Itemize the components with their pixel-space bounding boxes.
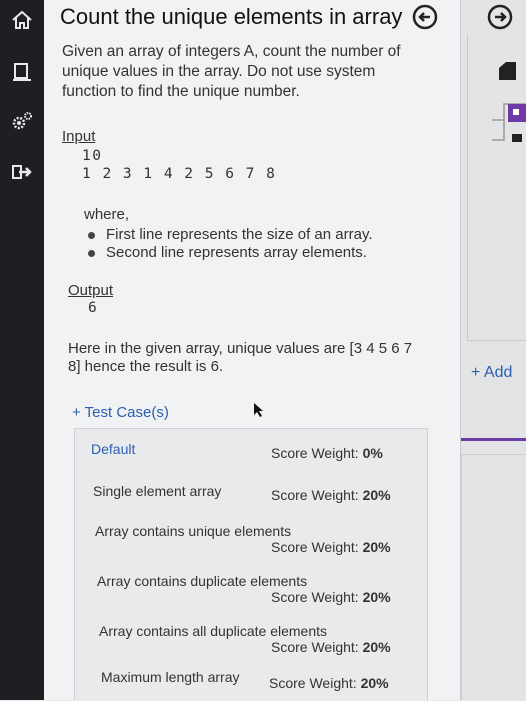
problem-title: Count the unique elements in array — [60, 4, 403, 29]
test-case-name[interactable]: Maximum length array — [101, 669, 240, 685]
preview-frame — [467, 34, 526, 341]
output-value: 6 — [88, 300, 99, 316]
settings-gears-icon[interactable] — [10, 110, 34, 134]
where-label: where, — [84, 206, 130, 223]
test-case-name[interactable]: Array contains unique elements — [95, 523, 291, 539]
lower-panel-frame — [461, 454, 526, 701]
test-case-name[interactable]: Array contains all duplicate elements — [99, 623, 327, 639]
test-case-score: Score Weight: 0% — [271, 445, 383, 461]
input-size: 10 — [82, 148, 103, 164]
test-case-score: Score Weight: 20% — [269, 675, 389, 691]
home-icon[interactable] — [10, 8, 34, 32]
test-case-list: Default Score Weight: 0% Single element … — [74, 428, 428, 701]
accent-divider — [461, 438, 526, 441]
expand-right-arrow-icon[interactable] — [487, 4, 513, 30]
monitor-icon[interactable] — [10, 60, 34, 84]
output-heading: Output — [68, 282, 114, 299]
logout-icon[interactable] — [10, 160, 34, 184]
test-case-score: Score Weight: 20% — [271, 589, 391, 605]
collapse-left-arrow-icon[interactable] — [412, 4, 438, 30]
test-case-name[interactable]: Default — [91, 441, 135, 457]
input-heading: Input — [62, 128, 96, 145]
problem-panel: Count the unique elements in array Given… — [44, 0, 460, 701]
input-array: 1 2 3 1 4 2 5 6 7 8 — [82, 166, 277, 182]
add-button[interactable]: + Add — [471, 364, 512, 382]
bullet-item: First line represents the size of an arr… — [88, 226, 373, 243]
test-case-score: Score Weight: 20% — [271, 639, 391, 655]
add-test-case-button[interactable]: + Test Case(s) — [72, 404, 169, 421]
test-case-name[interactable]: Single element array — [93, 483, 221, 499]
right-panel: + Add — [460, 0, 526, 701]
bullet-item: Second line represents array elements. — [88, 244, 367, 261]
mouse-cursor-icon — [252, 402, 266, 418]
problem-description: Given an array of integers A, count the … — [62, 43, 401, 100]
test-case-score: Score Weight: 20% — [271, 487, 391, 503]
layout-icon — [490, 100, 526, 149]
test-case-score: Score Weight: 20% — [271, 539, 391, 555]
left-sidebar — [0, 0, 44, 700]
test-case-name[interactable]: Array contains duplicate elements — [97, 573, 307, 589]
document-icon — [496, 60, 518, 87]
explanation-text: Here in the given array, unique values a… — [68, 340, 413, 375]
